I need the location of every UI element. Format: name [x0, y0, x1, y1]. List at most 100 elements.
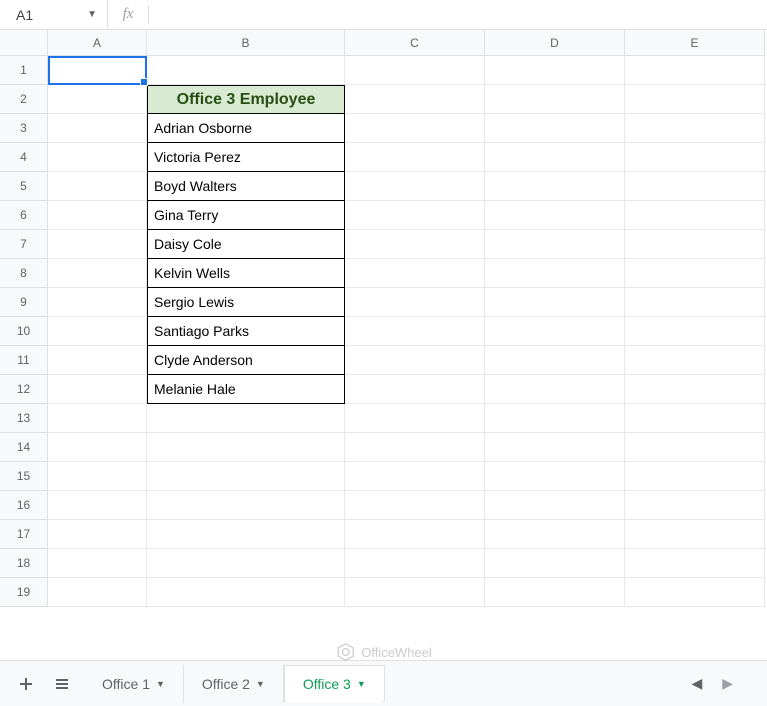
cell[interactable] — [625, 462, 765, 491]
cell[interactable] — [485, 578, 625, 607]
cell[interactable] — [485, 346, 625, 375]
sheet-tab-office-1[interactable]: Office 1 ▼ — [84, 665, 184, 703]
cell[interactable] — [485, 114, 625, 143]
cell[interactable] — [485, 491, 625, 520]
row-header[interactable]: 2 — [0, 85, 48, 114]
cell[interactable] — [48, 230, 147, 259]
row-header[interactable]: 13 — [0, 404, 48, 433]
column-header[interactable]: C — [345, 30, 485, 56]
cell[interactable] — [345, 230, 485, 259]
cell[interactable] — [345, 56, 485, 85]
cell[interactable] — [485, 259, 625, 288]
cell[interactable] — [147, 578, 345, 607]
row-header[interactable]: 15 — [0, 462, 48, 491]
cell[interactable] — [485, 288, 625, 317]
sheet-tab-office-3[interactable]: Office 3 ▼ — [284, 665, 385, 703]
cell[interactable] — [48, 491, 147, 520]
cell[interactable] — [485, 520, 625, 549]
cell[interactable] — [345, 346, 485, 375]
cell[interactable] — [48, 433, 147, 462]
cell[interactable] — [345, 462, 485, 491]
cell[interactable] — [147, 404, 345, 433]
cell[interactable] — [345, 143, 485, 172]
cell[interactable] — [485, 549, 625, 578]
cell[interactable] — [48, 85, 147, 114]
row-header[interactable]: 18 — [0, 549, 48, 578]
select-all-corner[interactable] — [0, 30, 48, 56]
row-header[interactable]: 9 — [0, 288, 48, 317]
table-row[interactable]: Kelvin Wells — [147, 259, 345, 288]
cell[interactable] — [48, 404, 147, 433]
cell[interactable] — [345, 201, 485, 230]
cell[interactable] — [625, 375, 765, 404]
cell[interactable] — [48, 143, 147, 172]
cell[interactable] — [48, 259, 147, 288]
row-header[interactable]: 5 — [0, 172, 48, 201]
cell[interactable] — [625, 578, 765, 607]
cell[interactable] — [147, 520, 345, 549]
sheet-tab-office-2[interactable]: Office 2 ▼ — [184, 665, 284, 703]
cell[interactable] — [345, 259, 485, 288]
cell[interactable] — [48, 56, 147, 85]
cell[interactable] — [625, 317, 765, 346]
cell[interactable] — [48, 201, 147, 230]
row-header[interactable]: 10 — [0, 317, 48, 346]
prev-tab-button[interactable]: ◀ — [685, 669, 708, 698]
cell[interactable] — [625, 491, 765, 520]
cell[interactable] — [625, 404, 765, 433]
cell[interactable] — [625, 288, 765, 317]
column-header[interactable]: A — [48, 30, 147, 56]
next-tab-button[interactable]: ▶ — [716, 669, 739, 698]
name-box[interactable]: A1 ▼ — [0, 0, 108, 29]
cell[interactable] — [147, 549, 345, 578]
row-header[interactable]: 19 — [0, 578, 48, 607]
column-header[interactable]: D — [485, 30, 625, 56]
cell[interactable] — [625, 549, 765, 578]
cell[interactable] — [625, 143, 765, 172]
cell[interactable] — [147, 433, 345, 462]
cell[interactable] — [485, 375, 625, 404]
cell[interactable] — [625, 201, 765, 230]
row-header[interactable]: 11 — [0, 346, 48, 375]
cell[interactable] — [345, 578, 485, 607]
row-header[interactable]: 1 — [0, 56, 48, 85]
row-header[interactable]: 7 — [0, 230, 48, 259]
cell[interactable] — [345, 491, 485, 520]
cell[interactable] — [48, 549, 147, 578]
cell[interactable] — [48, 317, 147, 346]
column-header[interactable]: E — [625, 30, 765, 56]
cell[interactable] — [625, 85, 765, 114]
row-header[interactable]: 6 — [0, 201, 48, 230]
cell[interactable] — [147, 56, 345, 85]
cell[interactable] — [345, 317, 485, 346]
column-header[interactable]: B — [147, 30, 345, 56]
cell[interactable] — [625, 433, 765, 462]
cell[interactable] — [147, 491, 345, 520]
cell[interactable] — [485, 462, 625, 491]
cell[interactable] — [485, 404, 625, 433]
cell[interactable] — [485, 201, 625, 230]
cell[interactable] — [345, 85, 485, 114]
all-sheets-button[interactable] — [44, 666, 80, 702]
cell[interactable] — [485, 85, 625, 114]
table-row[interactable]: Clyde Anderson — [147, 346, 345, 375]
cell[interactable] — [485, 317, 625, 346]
cell[interactable] — [625, 114, 765, 143]
row-header[interactable]: 4 — [0, 143, 48, 172]
cell[interactable] — [485, 143, 625, 172]
cell[interactable] — [345, 288, 485, 317]
cell[interactable] — [345, 433, 485, 462]
cell[interactable] — [345, 404, 485, 433]
cell[interactable] — [485, 172, 625, 201]
add-sheet-button[interactable] — [8, 666, 44, 702]
table-row[interactable]: Boyd Walters — [147, 172, 345, 201]
cell[interactable] — [485, 433, 625, 462]
table-row[interactable]: Adrian Osborne — [147, 114, 345, 143]
formula-input[interactable] — [149, 0, 767, 29]
table-row[interactable]: Victoria Perez — [147, 143, 345, 172]
cell[interactable] — [48, 578, 147, 607]
cell[interactable] — [48, 114, 147, 143]
table-row[interactable]: Santiago Parks — [147, 317, 345, 346]
cell[interactable] — [625, 259, 765, 288]
cell[interactable] — [345, 520, 485, 549]
